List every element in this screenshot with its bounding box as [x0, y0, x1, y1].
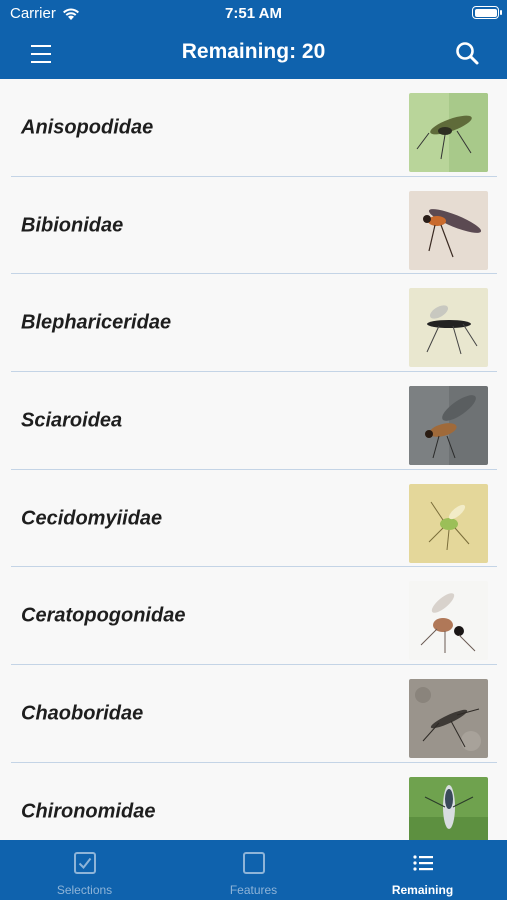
tab-features[interactable]: Features [169, 840, 338, 900]
battery-icon [472, 6, 502, 19]
search-icon[interactable] [453, 40, 483, 68]
status-bar: Carrier 7:51 AM [0, 0, 507, 28]
list-item[interactable]: Cecidomyiidae [0, 470, 507, 568]
tab-remaining[interactable]: Remaining [338, 840, 507, 900]
insect-thumbnail [409, 386, 488, 466]
insect-thumbnail [409, 776, 488, 840]
family-name: Blephariceridae [21, 311, 172, 334]
list-icon [412, 855, 433, 871]
family-name: Chaoboridae [21, 702, 144, 725]
insect-thumbnail [409, 581, 488, 661]
list-item[interactable]: Sciaroidea [0, 372, 507, 470]
list-item[interactable]: Bibionidae [0, 177, 507, 275]
list-item[interactable]: Ceratopogonidae [0, 567, 507, 666]
family-name: Anisopodidae [21, 116, 154, 139]
tab-selections[interactable]: Selections [0, 840, 169, 900]
tab-label: Selections [56, 883, 113, 897]
tab-label: Features [229, 883, 278, 897]
list-item[interactable]: Anisopodidae [0, 79, 507, 177]
tab-label: Remaining [391, 883, 454, 897]
tab-bar: Selections Features Remaining [0, 840, 507, 900]
checked-square-icon [73, 852, 96, 874]
square-icon [242, 852, 265, 874]
list-item[interactable]: Blephariceridae [0, 274, 507, 373]
list-item[interactable]: Chaoboridae [0, 665, 507, 763]
family-name: Sciaroidea [21, 409, 123, 432]
insect-thumbnail [409, 288, 488, 368]
family-name: Cecidomyiidae [21, 507, 163, 530]
family-list[interactable]: Anisopodidae Bibionidae Blephariceridae [0, 79, 507, 840]
family-name: Bibionidae [21, 214, 124, 237]
insect-thumbnail [409, 679, 488, 759]
family-name: Ceratopogonidae [21, 604, 186, 627]
insect-thumbnail [409, 190, 488, 270]
clock: 7:51 AM [225, 5, 282, 22]
navigation-bar: Remaining: 20 [0, 28, 507, 79]
insect-thumbnail [409, 483, 488, 563]
insect-thumbnail [409, 93, 488, 172]
list-item[interactable]: Chironomidae [0, 763, 507, 840]
family-name: Chironomidae [21, 800, 156, 823]
page-title: Remaining: 20 [181, 40, 326, 63]
